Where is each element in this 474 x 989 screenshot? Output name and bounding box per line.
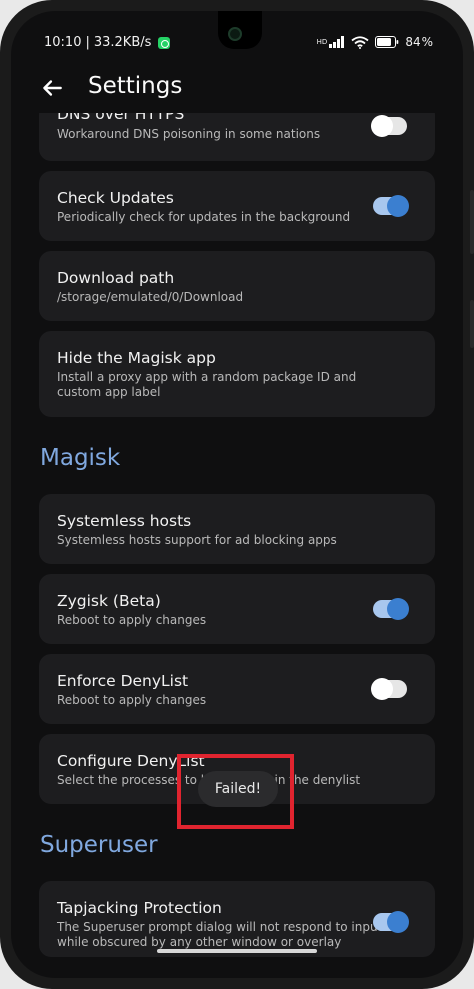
setting-hide-magisk-app[interactable]: Hide the Magisk app Install a proxy app … bbox=[39, 331, 435, 417]
signal-icon bbox=[329, 36, 345, 48]
whatsapp-notification-icon bbox=[158, 36, 171, 49]
check-updates-toggle[interactable] bbox=[373, 195, 409, 217]
highlight-box bbox=[177, 754, 294, 829]
setting-subtitle: The Superuser prompt dialog will not res… bbox=[57, 920, 383, 949]
setting-subtitle: Periodically check for updates in the ba… bbox=[57, 210, 351, 224]
setting-subtitle: Reboot to apply changes bbox=[57, 613, 207, 627]
setting-title: Download path bbox=[57, 269, 175, 287]
section-header-superuser: Superuser bbox=[40, 832, 158, 858]
power-button bbox=[470, 300, 474, 348]
app-bar: Settings bbox=[11, 63, 463, 113]
setting-title: Check Updates bbox=[57, 189, 174, 207]
setting-subtitle: /storage/emulated/0/Download bbox=[57, 290, 244, 304]
tapjacking-toggle[interactable] bbox=[373, 911, 409, 933]
setting-title: DNS over HTTPS bbox=[57, 113, 185, 123]
setting-tapjacking-protection[interactable]: Tapjacking Protection The Superuser prom… bbox=[39, 881, 435, 957]
back-arrow-icon[interactable] bbox=[39, 75, 65, 101]
enforce-denylist-toggle[interactable] bbox=[371, 678, 407, 700]
setting-subtitle: Install a proxy app with a random packag… bbox=[57, 370, 357, 399]
status-left: 10:10 | 33.2KB/s bbox=[44, 35, 171, 50]
settings-list[interactable]: DNS over HTTPS Workaround DNS poisoning … bbox=[11, 113, 463, 978]
dns-toggle[interactable] bbox=[371, 115, 407, 137]
setting-title: Hide the Magisk app bbox=[57, 349, 216, 367]
setting-title: Zygisk (Beta) bbox=[57, 592, 161, 610]
setting-download-path[interactable]: Download path /storage/emulated/0/Downlo… bbox=[39, 251, 435, 321]
zygisk-toggle[interactable] bbox=[373, 598, 409, 620]
setting-zygisk[interactable]: Zygisk (Beta) Reboot to apply changes bbox=[39, 574, 435, 644]
setting-subtitle: Systemless hosts support for ad blocking… bbox=[57, 533, 337, 547]
screen: 10:10 | 33.2KB/s HD 84% Settings DNS ove… bbox=[11, 11, 463, 978]
setting-title: Enforce DenyList bbox=[57, 672, 189, 690]
home-indicator[interactable] bbox=[157, 949, 317, 953]
status-right: HD 84% bbox=[316, 35, 433, 49]
page-title: Settings bbox=[88, 73, 183, 99]
setting-check-updates[interactable]: Check Updates Periodically check for upd… bbox=[39, 171, 435, 241]
setting-systemless-hosts[interactable]: Systemless hosts Systemless hosts suppor… bbox=[39, 494, 435, 564]
hd-label: HD bbox=[316, 37, 328, 46]
status-bar: 10:10 | 33.2KB/s HD 84% bbox=[11, 11, 463, 57]
section-header-magisk: Magisk bbox=[40, 445, 121, 471]
network-speed: 33.2KB/s bbox=[93, 35, 152, 50]
camera-icon bbox=[228, 27, 242, 41]
setting-enforce-denylist[interactable]: Enforce DenyList Reboot to apply changes bbox=[39, 654, 435, 724]
setting-title: Tapjacking Protection bbox=[57, 899, 222, 917]
setting-title: Systemless hosts bbox=[57, 512, 192, 530]
setting-subtitle: Workaround DNS poisoning in some nations bbox=[57, 127, 321, 141]
battery-icon bbox=[375, 36, 399, 48]
setting-dns-over-https[interactable]: DNS over HTTPS Workaround DNS poisoning … bbox=[39, 113, 435, 161]
clock: 10:10 bbox=[44, 35, 82, 50]
setting-subtitle: Reboot to apply changes bbox=[57, 693, 207, 707]
wifi-icon bbox=[351, 35, 369, 49]
volume-button bbox=[470, 190, 474, 254]
battery-percent: 84 bbox=[405, 35, 421, 49]
